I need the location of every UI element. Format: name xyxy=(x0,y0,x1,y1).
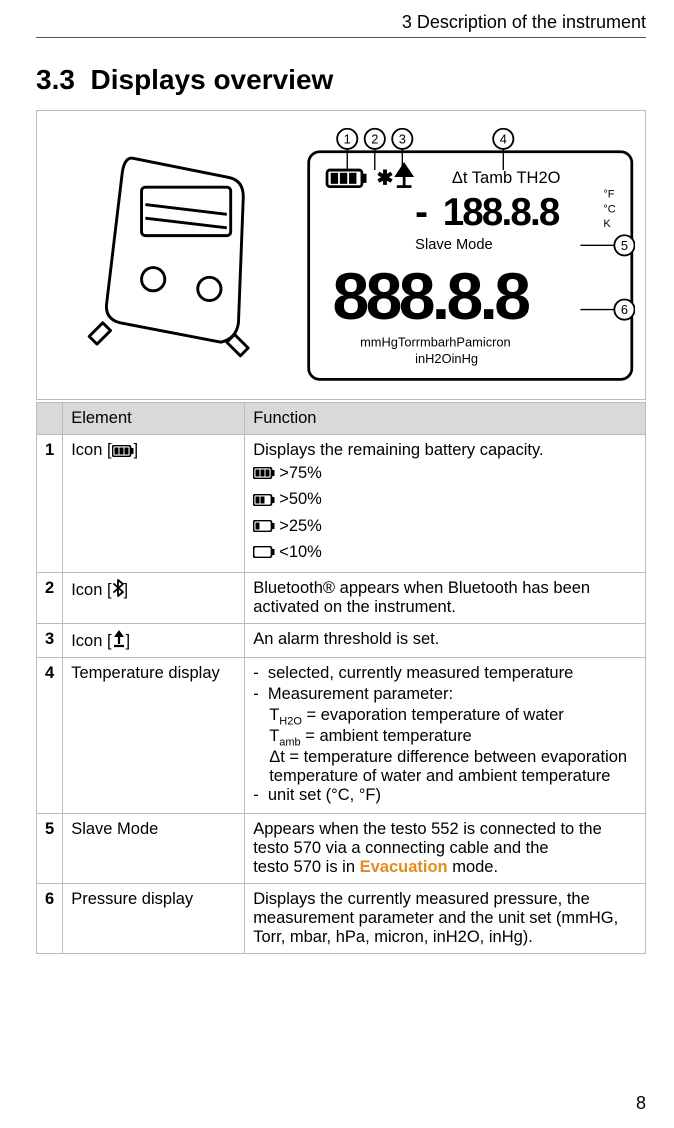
svg-text:Δt Tamb TH2O: Δt Tamb TH2O xyxy=(451,168,560,187)
lcd-svg: 1 2 3 4 5 6 xyxy=(305,126,635,383)
manual-page: 3 Description of the instrument 3.3 Disp… xyxy=(0,0,674,1128)
description-table: Element Function 1 Icon [] Displays the … xyxy=(36,402,646,954)
col-header-function: Function xyxy=(245,403,646,435)
table-row: 3 Icon [] An alarm threshold is set. xyxy=(37,623,646,657)
element-cell: Pressure display xyxy=(63,884,245,954)
figure-device-drawing xyxy=(37,111,305,399)
element-cell: Icon [] xyxy=(63,572,245,623)
function-cell: An alarm threshold is set. xyxy=(245,623,646,657)
battery-full-icon xyxy=(112,445,134,457)
row-number: 3 xyxy=(37,623,63,657)
svg-text:888.8.8: 888.8.8 xyxy=(332,260,529,334)
alarm-icon xyxy=(112,630,126,648)
element-cell: Temperature display xyxy=(63,657,245,814)
svg-text:5: 5 xyxy=(620,238,627,253)
table-row: 1 Icon [] Displays the remaining battery… xyxy=(37,435,646,573)
element-cell: Slave Mode xyxy=(63,814,245,884)
table-row: 5 Slave Mode Appears when the testo 552 … xyxy=(37,814,646,884)
col-header-element: Element xyxy=(63,403,245,435)
function-cell: Appears when the testo 552 is connected … xyxy=(245,814,646,884)
section-title: 3.3 Displays overview xyxy=(36,64,646,96)
svg-text:2: 2 xyxy=(371,132,378,147)
svg-text:Slave Mode: Slave Mode xyxy=(415,237,492,253)
svg-text:inH2OinHg: inH2OinHg xyxy=(415,351,478,366)
table-row: 6 Pressure display Displays the currentl… xyxy=(37,884,646,954)
svg-text:188.8.8: 188.8.8 xyxy=(442,192,559,235)
battery-75-icon xyxy=(253,494,275,506)
battery-50-icon xyxy=(253,520,275,532)
function-cell: Bluetooth® appears when Bluetooth has be… xyxy=(245,572,646,623)
row-number: 6 xyxy=(37,884,63,954)
table-row: 4 Temperature display - selected, curren… xyxy=(37,657,646,814)
function-cell: Displays the currently measured pressure… xyxy=(245,884,646,954)
svg-text:-: - xyxy=(415,192,427,235)
section-number: 3.3 xyxy=(36,64,75,95)
device-outline-svg xyxy=(64,129,277,381)
page-number: 8 xyxy=(636,1093,646,1114)
element-cell: Icon [] xyxy=(63,435,245,573)
table-row: 2 Icon [] Bluetooth® appears when Blueto… xyxy=(37,572,646,623)
battery-25-icon xyxy=(253,546,275,558)
svg-text:6: 6 xyxy=(620,303,627,318)
battery-full-icon xyxy=(253,467,275,479)
row-number: 4 xyxy=(37,657,63,814)
function-cell: Displays the remaining battery capacity.… xyxy=(245,435,646,573)
col-header-blank xyxy=(37,403,63,435)
bluetooth-icon xyxy=(112,579,124,597)
svg-text:4: 4 xyxy=(499,132,506,147)
figure-box: 1 2 3 4 5 6 xyxy=(36,110,646,400)
figure-lcd-drawing: 1 2 3 4 5 6 xyxy=(305,111,645,399)
row-number: 5 xyxy=(37,814,63,884)
row-number: 2 xyxy=(37,572,63,623)
svg-text:mmHgTorrmbarhPamicron: mmHgTorrmbarhPamicron xyxy=(360,335,511,350)
svg-text:1: 1 xyxy=(343,132,350,147)
element-cell: Icon [] xyxy=(63,623,245,657)
evacuation-mode-label: Evacuation xyxy=(360,858,448,876)
section-heading: Displays overview xyxy=(91,64,334,95)
svg-text:°C: °C xyxy=(603,204,615,216)
chapter-header: 3 Description of the instrument xyxy=(36,12,646,38)
svg-text:°F: °F xyxy=(603,189,614,201)
row-number: 1 xyxy=(37,435,63,573)
function-cell: - selected, currently measured temperatu… xyxy=(245,657,646,814)
svg-text:3: 3 xyxy=(398,132,405,147)
svg-text:✱: ✱ xyxy=(376,168,393,190)
svg-text:K: K xyxy=(603,218,611,230)
